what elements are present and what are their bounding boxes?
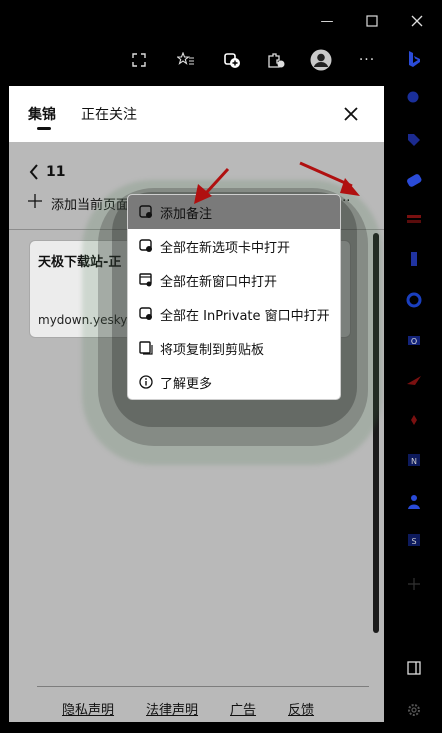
arrow-to-add-note [205,167,230,194]
annotation-arrows [194,161,360,204]
arrow-head-left [194,184,212,204]
